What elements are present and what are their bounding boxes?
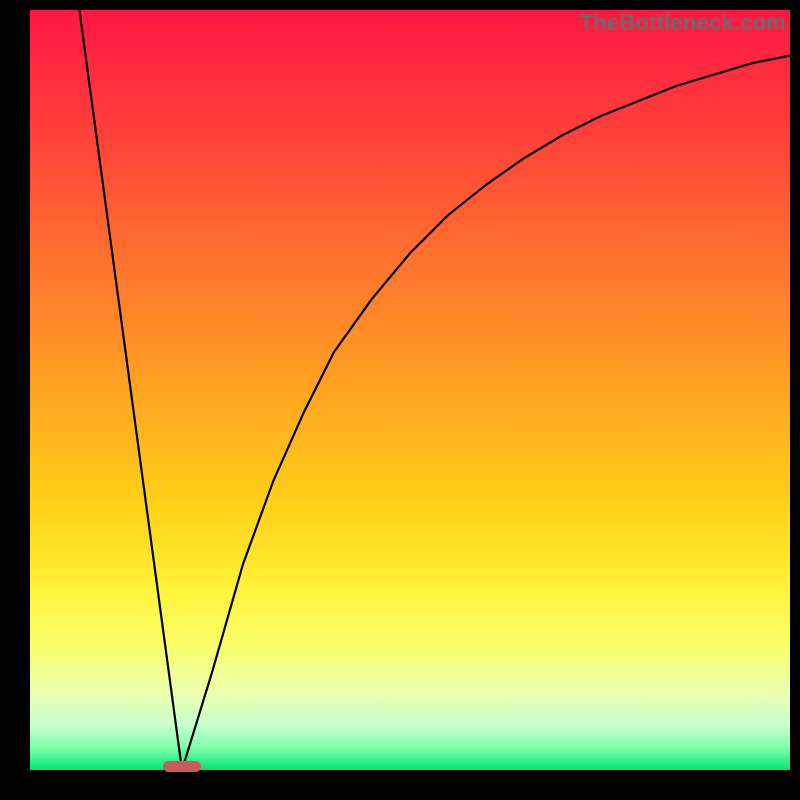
optimal-marker	[163, 761, 201, 772]
bottleneck-curve	[30, 10, 790, 770]
curve-path	[79, 10, 790, 770]
watermark-text: TheBottleneck.com	[580, 10, 786, 36]
